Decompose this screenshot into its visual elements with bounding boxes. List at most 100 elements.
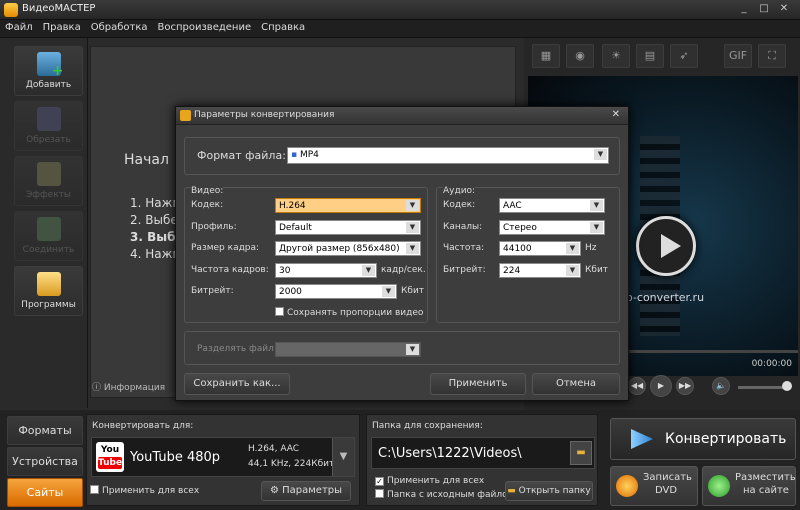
browse-folder-icon[interactable]: ▬: [570, 441, 592, 465]
timecode: 00:00:00: [751, 359, 792, 369]
frequency-label: Частота:: [443, 243, 485, 253]
audio-codec-label: Кодек:: [443, 200, 476, 210]
maximize-button[interactable]: □: [757, 3, 771, 16]
play-icon[interactable]: ▶: [650, 375, 672, 397]
split-select[interactable]: [275, 342, 421, 357]
audio-codec-select[interactable]: AAC: [499, 198, 605, 213]
save-folder-section: Папка для сохранения: C:\Users\1222\Vide…: [366, 414, 598, 506]
info-icon: ⓘ: [92, 383, 104, 393]
convert-for-section: Конвертировать для: You Tube YouTube 480p…: [86, 414, 360, 506]
mp4-icon: ▪: [291, 150, 298, 160]
close-window-button[interactable]: ✕: [777, 3, 791, 16]
menu-file[interactable]: Файл: [0, 20, 38, 35]
device-spec-audio: 44,1 KHz, 224Кбит: [248, 459, 335, 469]
video-bitrate-unit: Кбит: [401, 286, 425, 296]
format-select[interactable]: ▪ MP4: [287, 147, 609, 164]
frequency-unit: Hz: [585, 243, 597, 253]
video-codec-label: Кодек:: [191, 200, 224, 210]
channels-select[interactable]: Стерео: [499, 220, 605, 235]
info-tab[interactable]: ⓘ Информация: [92, 380, 182, 398]
audio-bitrate-select[interactable]: 224: [499, 263, 581, 278]
video-frame: Видео: Кодек: H.264 Профиль: Default Раз…: [184, 186, 428, 323]
upload-icon: [708, 475, 730, 497]
checkbox-icon: [275, 307, 284, 316]
checkbox-icon: [375, 489, 384, 498]
volume-slider[interactable]: [738, 386, 788, 389]
audio-section-label: Аудио:: [443, 186, 476, 196]
burn-dvd-button[interactable]: Записать DVD: [610, 466, 698, 506]
gear-icon: ⚙: [269, 485, 283, 496]
checkbox-icon: [90, 485, 99, 494]
brightness-icon[interactable]: ☀: [602, 44, 630, 68]
tab-devices[interactable]: Устройства: [7, 447, 83, 476]
menu-playback[interactable]: Воспроизведение: [153, 20, 257, 35]
channels-label: Каналы:: [443, 222, 483, 232]
profile-label: Профиль:: [191, 222, 237, 232]
device-spec-codec: H.264, AAC: [248, 444, 300, 454]
apply-button[interactable]: Применить: [430, 373, 526, 395]
frame-size-label: Размер кадра:: [191, 243, 260, 253]
trim-button[interactable]: Обрезать: [14, 101, 83, 151]
format-label: Формат файла:: [197, 149, 286, 162]
keep-ratio-checkbox[interactable]: Сохранять пропорции видео: [275, 307, 423, 318]
add-button[interactable]: + Добавить: [14, 46, 83, 96]
device-dropdown-icon[interactable]: ▼: [332, 438, 354, 476]
fps-unit: кадр/сек.: [381, 265, 426, 275]
minimize-button[interactable]: _: [737, 3, 751, 16]
volume-knob[interactable]: [782, 381, 792, 391]
save-folder-label: Папка для сохранения:: [372, 421, 483, 431]
frame-size-select[interactable]: Другой размер (856x480): [275, 241, 421, 256]
fps-label: Частота кадров:: [191, 265, 269, 275]
menu-processing[interactable]: Обработка: [86, 20, 153, 35]
volume-icon[interactable]: 🔈: [712, 377, 730, 395]
video-codec-select[interactable]: H.264: [275, 198, 421, 213]
dialog-title: Параметры конвертирования: [194, 110, 335, 120]
effects-button[interactable]: Эффекты: [14, 156, 83, 206]
tab-sites[interactable]: Сайты: [7, 478, 83, 507]
device-name: YouTube 480p: [130, 450, 221, 465]
big-play-icon[interactable]: [636, 216, 696, 276]
video-bitrate-select[interactable]: 2000: [275, 284, 397, 299]
folder-icon: ▬: [507, 486, 519, 496]
video-section-label: Видео:: [191, 186, 224, 196]
menu-edit[interactable]: Правка: [38, 20, 86, 35]
forward-icon[interactable]: ▶▶: [676, 377, 694, 395]
open-folder-button[interactable]: ▬ Открыть папку: [505, 481, 593, 501]
menu-bar: Файл Правка Обработка Воспроизведение Справк…: [0, 20, 800, 38]
gif-icon[interactable]: GIF: [724, 44, 752, 68]
rewind-icon[interactable]: ◀◀: [628, 377, 646, 395]
convert-button[interactable]: Конвертировать: [610, 418, 796, 460]
programs-button[interactable]: Программы: [14, 266, 83, 316]
fps-select[interactable]: 30: [275, 263, 377, 278]
conversion-settings-dialog: Параметры конвертирования ✕ Формат файла…: [175, 106, 629, 401]
tab-formats[interactable]: Форматы: [7, 416, 83, 445]
device-selector[interactable]: You Tube YouTube 480p H.264, AAC 44,1 KHz…: [91, 437, 355, 477]
effects-icon: [36, 162, 61, 186]
split-frame: Разделять файл:: [184, 331, 620, 365]
dvd-icon: [616, 475, 638, 497]
crop-icon[interactable]: ▦: [532, 44, 560, 68]
source-folder-checkbox[interactable]: Папка с исходным файлом: [375, 489, 514, 500]
rotate-icon[interactable]: ▤: [636, 44, 664, 68]
profile-select[interactable]: Default: [275, 220, 421, 235]
speed-icon[interactable]: ➶: [670, 44, 698, 68]
publish-button[interactable]: Разместить на сайте: [702, 466, 796, 506]
preview-watermark: o-converter.ru: [626, 291, 705, 304]
menu-help[interactable]: Справка: [256, 20, 310, 35]
convert-for-label: Конвертировать для:: [92, 421, 194, 431]
frequency-select[interactable]: 44100: [499, 241, 581, 256]
join-button[interactable]: Соединить: [14, 211, 83, 261]
folder-apply-all-checkbox[interactable]: ✓ Применить для всех: [375, 476, 484, 486]
folder-path-field[interactable]: C:\Users\1222\Videos\ ▬: [371, 437, 595, 469]
screenshot-icon[interactable]: ◉: [566, 44, 594, 68]
dialog-icon: [180, 110, 191, 121]
cancel-button[interactable]: Отмена: [532, 373, 620, 395]
save-as-button[interactable]: Сохранить как...: [184, 373, 290, 395]
folder-path: C:\Users\1222\Videos\: [378, 446, 522, 461]
audio-bitrate-unit: Кбит: [585, 265, 609, 275]
dialog-close-icon[interactable]: ✕: [612, 109, 620, 120]
params-button[interactable]: ⚙ Параметры: [261, 481, 351, 501]
fullscreen-icon[interactable]: ⛶: [758, 44, 786, 68]
apply-all-checkbox[interactable]: Применить для всех: [90, 485, 199, 496]
add-file-icon: +: [36, 52, 64, 79]
